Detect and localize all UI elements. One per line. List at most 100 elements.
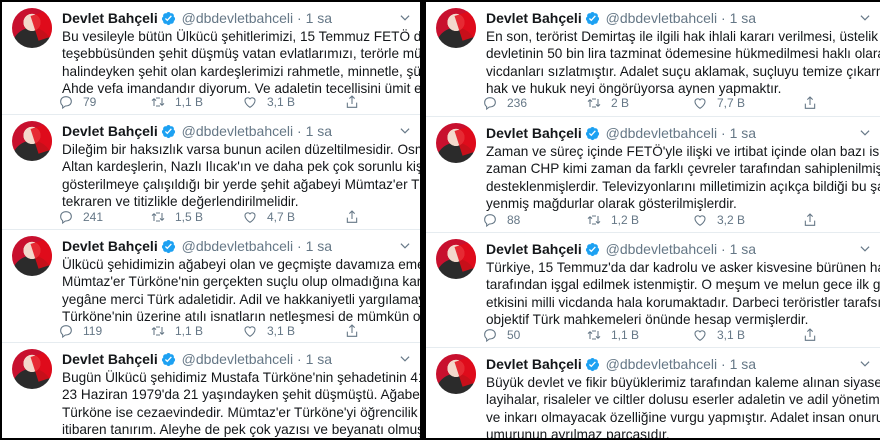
like-button[interactable]: 4,7 B [242,209,295,225]
chevron-down-icon[interactable] [858,126,872,140]
tweet-text-line: yenmiş mağdurlar olarak gösterilmişlerdi… [486,196,737,212]
like-button[interactable]: 7,7 B [692,95,745,111]
author-name[interactable]: Devlet Bahçeli [486,10,582,26]
tweet-time[interactable]: 1 sa [730,241,756,257]
verified-badge-icon [161,124,175,139]
tweet-text: Dileğim bir haksızlık varsa bunun acilen… [62,141,420,211]
author-handle[interactable]: @dbdevletbahceli [606,125,718,141]
avatar[interactable] [436,8,476,48]
share-button[interactable] [802,95,818,111]
tweet-text-line: Mümtaz'er Türköne'nin gerçekten suçlu ol… [62,274,420,290]
chevron-down-icon[interactable] [398,352,412,366]
verified-badge-icon [585,242,599,257]
chevron-down-icon[interactable] [398,11,412,25]
separator-dot: · [721,10,726,26]
tweet-column-left[interactable]: Devlet Bahçeli @dbdevletbahceli · 1 sa B… [2,2,420,438]
reply-icon [484,329,496,343]
tweet-text-line: Ülkücü şehidimizin ağabeyi olan ve geçmi… [62,257,420,272]
avatar[interactable] [12,121,52,161]
share-button[interactable] [344,209,360,225]
tweet[interactable]: Devlet Bahçeli @dbdevletbahceli · 1 sa B… [2,342,420,438]
retweet-button[interactable]: 1,2 B [586,212,639,228]
tweet-time[interactable]: 1 sa [730,10,756,26]
tweet-text-line: umurunun ayrılmaz parçasıdır. [486,427,670,438]
author-name[interactable]: Devlet Bahçeli [486,125,582,141]
tweet[interactable]: Devlet Bahçeli @dbdevletbahceli · 1 sa T… [426,232,880,346]
author-handle[interactable]: @dbdevletbahceli [606,356,718,372]
share-button[interactable] [344,94,360,110]
author-handle[interactable]: @dbdevletbahceli [182,238,294,254]
author-name[interactable]: Devlet Bahçeli [62,238,158,254]
tweet[interactable]: Devlet Bahçeli @dbdevletbahceli · 1 sa Z… [426,116,880,231]
reply-icon [484,97,496,111]
reply-button[interactable]: 241 [58,209,103,225]
retweet-button[interactable]: 2 B [586,95,629,111]
chevron-down-icon[interactable] [398,239,412,253]
share-button[interactable] [344,323,360,339]
author-name[interactable]: Devlet Bahçeli [62,351,158,367]
reply-button[interactable]: 236 [482,95,527,111]
share-button[interactable] [802,327,818,343]
share-icon [804,328,816,341]
tweet-time[interactable]: 1 sa [306,123,332,139]
like-button[interactable]: 3,1 B [692,327,745,343]
avatar[interactable] [12,8,52,48]
chevron-down-icon[interactable] [858,11,872,25]
avatar-flag [30,122,52,154]
tweet[interactable]: Devlet Bahçeli @dbdevletbahceli · 1 sa D… [2,114,420,228]
like-button[interactable]: 3,1 B [242,94,295,110]
reply-button[interactable]: 119 [58,323,102,339]
retweet-count: 1,1 B [175,95,204,109]
tweet-actions: 88 1,2 B 3,2 B [482,212,860,230]
chevron-down-icon[interactable] [858,242,872,256]
like-icon [244,326,256,337]
tweet-actions: 236 2 B 7,7 B [482,95,860,113]
like-button[interactable]: 3,2 B [692,212,745,228]
chevron-down-icon[interactable] [858,357,872,371]
tweet-time[interactable]: 1 sa [306,10,332,26]
retweet-button[interactable]: 1,1 B [586,327,639,343]
author-handle[interactable]: @dbdevletbahceli [182,351,294,367]
tweet-time[interactable]: 1 sa [306,351,332,367]
author-handle[interactable]: @dbdevletbahceli [182,10,294,26]
share-button[interactable] [802,212,818,228]
like-button[interactable]: 3,1 B [242,323,295,339]
avatar[interactable] [12,349,52,389]
screenshot-collage: Devlet Bahçeli @dbdevletbahceli · 1 sa B… [0,0,880,440]
author-name[interactable]: Devlet Bahçeli [62,10,158,26]
verified-badge-icon [585,357,599,372]
retweet-button[interactable]: 1,1 B [150,323,203,339]
author-name[interactable]: Devlet Bahçeli [486,241,582,257]
separator-dot: · [721,356,726,372]
reply-count: 119 [83,324,103,338]
avatar[interactable] [436,354,476,394]
reply-count: 236 [507,96,528,110]
avatar[interactable] [12,236,52,276]
author-handle[interactable]: @dbdevletbahceli [182,123,294,139]
tweet-actions: 119 1,1 B 3,1 B [58,323,400,341]
separator-dot: · [721,125,726,141]
tweet-time[interactable]: 1 sa [730,125,756,141]
retweet-button[interactable]: 1,1 B [150,94,203,110]
tweet-column-right[interactable]: Devlet Bahçeli @dbdevletbahceli · 1 sa E… [426,2,880,438]
reply-button[interactable]: 50 [482,327,520,343]
tweet[interactable]: Devlet Bahçeli @dbdevletbahceli · 1 sa B… [426,347,880,438]
avatar[interactable] [436,123,476,163]
retweet-button[interactable]: 1,5 B [150,209,203,225]
reply-button[interactable]: 79 [58,94,96,110]
tweet-time[interactable]: 1 sa [306,238,332,254]
reply-button[interactable]: 88 [482,212,520,228]
author-name[interactable]: Devlet Bahçeli [486,356,582,372]
avatar[interactable] [436,239,476,279]
author-handle[interactable]: @dbdevletbahceli [606,241,718,257]
author-handle[interactable]: @dbdevletbahceli [606,10,718,26]
like-count: 3,1 B [717,328,746,342]
author-name[interactable]: Devlet Bahçeli [62,123,158,139]
tweet-time[interactable]: 1 sa [730,356,756,372]
tweet[interactable]: Devlet Bahçeli @dbdevletbahceli · 1 sa B… [2,2,420,113]
tweet[interactable]: Devlet Bahçeli @dbdevletbahceli · 1 sa Ü… [2,229,420,341]
tweet-text-line: ve inkarı olmayacak özelliğine vurgu yap… [486,409,880,425]
separator-dot: · [297,238,302,254]
chevron-down-icon[interactable] [398,124,412,138]
tweet[interactable]: Devlet Bahçeli @dbdevletbahceli · 1 sa E… [426,2,880,115]
